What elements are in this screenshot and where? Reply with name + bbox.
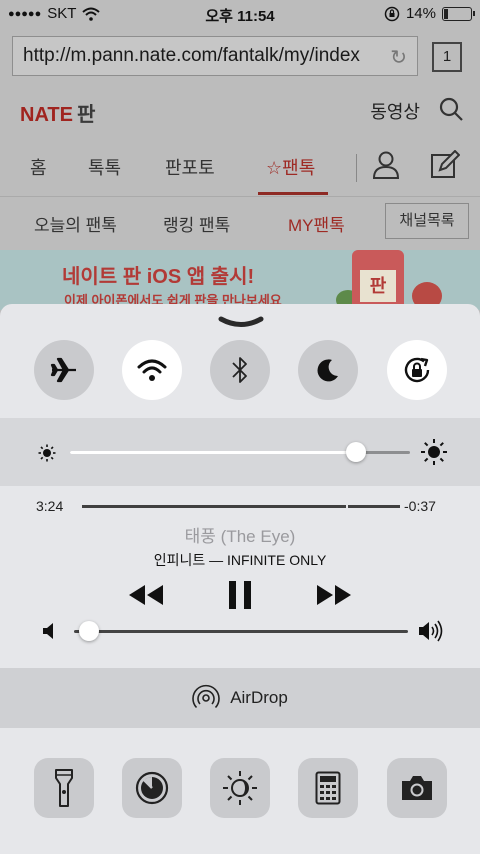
reload-icon[interactable]: ↻: [390, 45, 407, 70]
calculator-icon: [315, 771, 341, 805]
banner-title: 네이트 판 iOS 앱 출시!: [62, 266, 255, 288]
tabs-button[interactable]: 1: [432, 42, 462, 72]
pause-button[interactable]: [222, 578, 258, 612]
nav-fantalk[interactable]: ☆팬톡: [266, 154, 315, 180]
channel-list-button[interactable]: 채널목록: [385, 203, 469, 239]
playback-position-marker[interactable]: [345, 501, 348, 511]
volume-track[interactable]: [74, 630, 408, 633]
airdrop-icon: [192, 684, 220, 709]
airdrop-button[interactable]: AirDrop: [0, 668, 480, 728]
rewind-button[interactable]: [124, 580, 168, 610]
url-field[interactable]: http://m.pann.nate.com/fantalk/my/index …: [12, 36, 418, 76]
airplane-mode-toggle[interactable]: [34, 340, 94, 400]
nav-pannphoto[interactable]: 판포토: [165, 154, 215, 180]
nav-toktok[interactable]: 톡톡: [88, 154, 121, 180]
volume-high-icon: [419, 620, 443, 642]
nate-logo[interactable]: NATE 판: [20, 98, 95, 127]
camera-button[interactable]: [387, 758, 447, 818]
banner-phone-graphic: 판: [352, 250, 404, 310]
fast-forward-icon: [317, 585, 351, 605]
logo-text: NATE: [20, 104, 73, 126]
flashlight-button[interactable]: [34, 758, 94, 818]
night-shift-icon: [223, 771, 257, 805]
volume-slider-knob[interactable]: [78, 621, 99, 641]
compose-icon[interactable]: [430, 150, 460, 180]
flashlight-icon: [55, 769, 73, 807]
nav-my-fantalk[interactable]: MY팬톡: [288, 211, 345, 236]
battery-icon: [442, 6, 475, 21]
remaining-time: -0:37: [404, 498, 436, 514]
nav-ranking-fantalk[interactable]: 랭킹 팬톡: [163, 211, 230, 236]
bluetooth-icon: [232, 357, 247, 383]
rewind-icon: [129, 585, 163, 605]
night-shift-button[interactable]: [210, 758, 270, 818]
bluetooth-toggle[interactable]: [210, 340, 270, 400]
video-link[interactable]: 동영상: [370, 98, 420, 124]
sub-nav: 오늘의 팬톡 랭킹 팬톡 MY팬톡 채널목록: [0, 196, 480, 248]
airdrop-label: AirDrop: [230, 688, 288, 707]
brightness-slider-knob[interactable]: [345, 442, 366, 462]
brightness-section: [0, 418, 480, 486]
brightness-fill: [70, 451, 356, 454]
banner-phone-text: 판: [360, 270, 396, 302]
elapsed-time: 3:24: [36, 498, 64, 514]
user-icon[interactable]: [372, 150, 400, 180]
site-header: NATE 판 동영상: [0, 88, 480, 132]
control-center: 3:24 -0:37 태풍 (The Eye) 인피니트 — INFINITE …: [0, 304, 480, 854]
nav-today-fantalk[interactable]: 오늘의 팬톡: [34, 211, 117, 236]
brightness-high-icon: [421, 439, 447, 465]
playback-progress-bar[interactable]: [82, 505, 400, 508]
song-title: 태풍 (The Eye): [184, 527, 296, 546]
wifi-icon: [137, 359, 167, 381]
search-icon[interactable]: [438, 96, 464, 122]
logo-suffix: 판: [76, 104, 96, 126]
timer-icon: [135, 771, 169, 805]
song-artist-album: 인피니트 — INFINITE ONLY: [153, 552, 327, 568]
rotation-lock-toggle[interactable]: [387, 340, 447, 400]
fast-forward-button[interactable]: [312, 580, 356, 610]
moon-icon: [317, 359, 338, 382]
app-promo-banner[interactable]: 네이트 판 iOS 앱 출시! 이제 아이폰에서도 쉽게 판을 만나보세요 판: [0, 250, 480, 310]
grabber-chevron-icon[interactable]: [218, 316, 264, 330]
battery-percent: 14%: [405, 5, 436, 22]
main-nav: 홈 톡톡 판포토 ☆팬톡: [0, 140, 480, 195]
brightness-low-icon: [38, 444, 56, 462]
wifi-toggle[interactable]: [122, 340, 182, 400]
nav-home[interactable]: 홈: [30, 154, 47, 180]
status-bar: ●●●●● SKT 오후 11:54 14%: [0, 0, 480, 28]
active-tab-underline: [258, 192, 328, 195]
airplane-icon: [50, 357, 76, 383]
do-not-disturb-toggle[interactable]: [298, 340, 358, 400]
timer-button[interactable]: [122, 758, 182, 818]
calculator-button[interactable]: [298, 758, 358, 818]
nav-divider: [356, 154, 357, 182]
volume-low-icon: [43, 623, 53, 639]
orientation-lock-status-icon: [384, 6, 400, 21]
pause-icon: [229, 581, 251, 609]
rotation-lock-icon: [404, 357, 430, 383]
camera-icon: [402, 776, 432, 800]
url-text: http://m.pann.nate.com/fantalk/my/index: [23, 45, 360, 66]
